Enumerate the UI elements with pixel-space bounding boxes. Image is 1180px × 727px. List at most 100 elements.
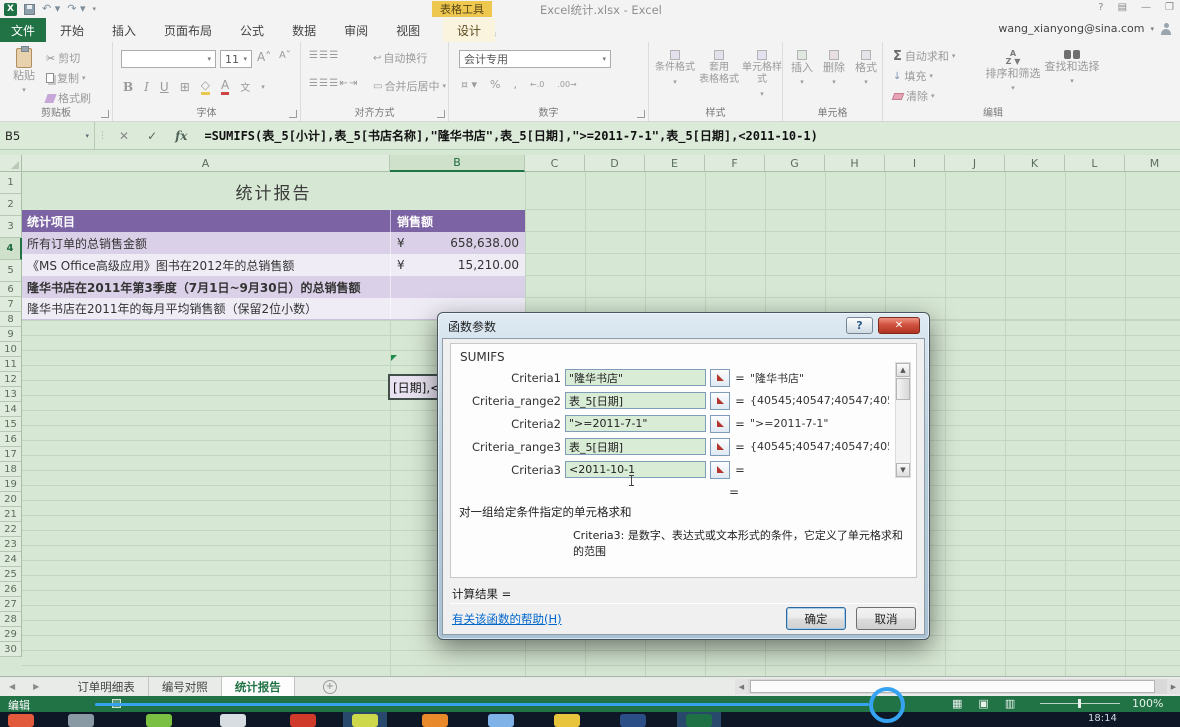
param-input[interactable]: 表_5[日期] (565, 438, 706, 455)
shrink-font-icon[interactable]: A˅ (279, 50, 291, 61)
param-input[interactable]: "隆华书店" (565, 369, 706, 386)
row-header[interactable]: 7 (0, 297, 22, 312)
dialog-scrollbar[interactable]: ▲ ▼ (895, 362, 911, 478)
row-header[interactable]: 30 (0, 642, 22, 657)
row-header[interactable]: 14 (0, 402, 22, 417)
range-picker-button[interactable] (710, 392, 730, 410)
autosum-button[interactable]: Σ自动求和▾ (893, 48, 955, 64)
sort-filter-button[interactable]: AZ ▼排序和筛选▾ (985, 50, 1041, 94)
qat-dropdown-icon[interactable]: ▾ (93, 5, 97, 13)
row-header[interactable]: 25 (0, 567, 22, 582)
account-area[interactable]: wang_xianyong@sina.com ▾ (998, 22, 1172, 35)
scroll-right-icon[interactable]: ▶ (1167, 679, 1180, 694)
align-top-icon[interactable]: ☰ ☰ ☰ (309, 50, 337, 61)
row-header[interactable]: 23 (0, 537, 22, 552)
row-header[interactable]: 27 (0, 597, 22, 612)
copy-button[interactable]: 复制▾ (46, 70, 86, 86)
row-header[interactable]: 15 (0, 417, 22, 432)
column-header[interactable]: F (705, 155, 765, 172)
font-size-select[interactable]: 11▾ (220, 50, 252, 68)
video-progress-bar[interactable] (95, 703, 869, 706)
column-header[interactable]: A (22, 155, 390, 172)
minimize-icon[interactable]: — (1141, 2, 1151, 13)
number-dialog-launcher-icon[interactable] (637, 110, 645, 118)
taskbar-app-icon[interactable] (146, 714, 172, 727)
ribbon-tab[interactable]: 审阅 (330, 18, 382, 42)
param-input[interactable]: 表_5[日期] (565, 392, 706, 409)
row-header[interactable]: 28 (0, 612, 22, 627)
sheet-tab-report[interactable]: 统计报告 (222, 677, 295, 697)
column-header[interactable]: H (825, 155, 885, 172)
ribbon-options-icon[interactable]: ▤ (1118, 2, 1127, 13)
ribbon-tab[interactable]: 页面布局 (150, 18, 226, 42)
ribbon-tab[interactable]: 公式 (226, 18, 278, 42)
format-as-table-button[interactable]: 套用 表格格式 (697, 50, 741, 86)
number-format-select[interactable]: 会计专用▾ (459, 50, 611, 68)
column-header[interactable]: G (765, 155, 825, 172)
param-input[interactable]: ">=2011-7-1" (565, 415, 706, 432)
clear-button[interactable]: 清除▾ (893, 88, 935, 104)
taskbar-app-icon[interactable] (620, 714, 646, 727)
conditional-formatting-button[interactable]: 条件格式▾ (653, 50, 697, 88)
ribbon-tab[interactable]: 数据 (278, 18, 330, 42)
zoom-percent[interactable]: 100% (1132, 697, 1163, 710)
ribbon-tab[interactable]: 视图 (382, 18, 434, 42)
accounting-format-icon[interactable]: ¤ ▾ (461, 78, 477, 91)
merge-center-button[interactable]: ▭合并后居中▾ (373, 78, 446, 94)
taskbar-app-icon[interactable] (488, 714, 514, 727)
row-header[interactable]: 11 (0, 357, 22, 372)
dialog-help-button[interactable]: ? (846, 317, 873, 334)
cut-button[interactable]: ✂剪切 (46, 50, 80, 66)
page-layout-view-icon[interactable]: ▣ (978, 697, 988, 710)
taskbar-app-icon[interactable] (68, 714, 94, 727)
row-header[interactable]: 17 (0, 447, 22, 462)
taskbar-app-icon[interactable] (8, 714, 34, 727)
column-header[interactable]: D (585, 155, 645, 172)
bold-icon[interactable]: B (123, 80, 133, 94)
column-header[interactable]: L (1065, 155, 1125, 172)
row-header[interactable]: 1 (0, 172, 22, 194)
scroll-up-icon[interactable]: ▲ (896, 363, 910, 377)
row-header[interactable]: 6 (0, 282, 22, 297)
row-header[interactable]: 24 (0, 552, 22, 567)
dialog-close-button[interactable]: ✕ (878, 317, 920, 334)
video-progress-knob[interactable] (869, 687, 905, 723)
italic-icon[interactable]: I (144, 80, 149, 94)
column-header[interactable]: J (945, 155, 1005, 172)
scroll-thumb[interactable] (896, 378, 910, 400)
row-header[interactable]: 26 (0, 582, 22, 597)
row-header[interactable]: 4 (0, 238, 22, 260)
column-header-selected[interactable]: B (390, 155, 525, 172)
row-header[interactable]: 20 (0, 492, 22, 507)
param-input[interactable]: <2011-10-1 (565, 461, 706, 478)
paste-button[interactable]: 粘贴▾ (8, 48, 40, 96)
phonetic-icon[interactable]: 文 (240, 79, 250, 94)
sheet-next-icon[interactable]: ▶ (24, 682, 48, 691)
font-name-select[interactable]: ▾ (121, 50, 216, 68)
borders-icon[interactable]: ⊞ (180, 80, 190, 94)
increase-decimal-icon[interactable]: ←.0 (530, 80, 544, 89)
table-header-row[interactable]: 统计项目 销售额 (22, 210, 525, 232)
column-header[interactable]: C (525, 155, 585, 172)
insert-cells-button[interactable]: 插入▾ (787, 50, 817, 88)
fill-color-icon[interactable]: ◇ (201, 78, 210, 95)
underline-icon[interactable]: U (160, 80, 169, 94)
help-icon[interactable]: ? (1098, 2, 1103, 13)
scroll-track[interactable] (748, 679, 1167, 694)
scroll-left-icon[interactable]: ◀ (735, 679, 748, 694)
taskbar-app-icon[interactable] (554, 714, 580, 727)
redo-icon[interactable]: ↷ ▾ (67, 2, 85, 16)
ok-button[interactable]: 确定 (786, 607, 846, 630)
enter-icon[interactable]: ✓ (138, 129, 166, 143)
taskbar-app-icon[interactable] (352, 714, 378, 727)
row-header[interactable]: 10 (0, 342, 22, 357)
tab-file[interactable]: 文件 (0, 18, 46, 42)
table-row[interactable]: 《MS Office高级应用》图书在2012年的总销售额 ¥15,210.00 (22, 254, 525, 276)
align-left-icon[interactable]: ☰ ☰ ☰ ⇤ ⇥ (309, 78, 356, 89)
cancel-button[interactable]: 取消 (856, 607, 916, 630)
row-header[interactable]: 3 (0, 216, 22, 238)
row-header[interactable]: 8 (0, 312, 22, 327)
taskbar-app-icon[interactable] (422, 714, 448, 727)
grow-font-icon[interactable]: A˄ (257, 50, 271, 64)
sheet-tab-orders[interactable]: 订单明细表 (64, 677, 149, 697)
